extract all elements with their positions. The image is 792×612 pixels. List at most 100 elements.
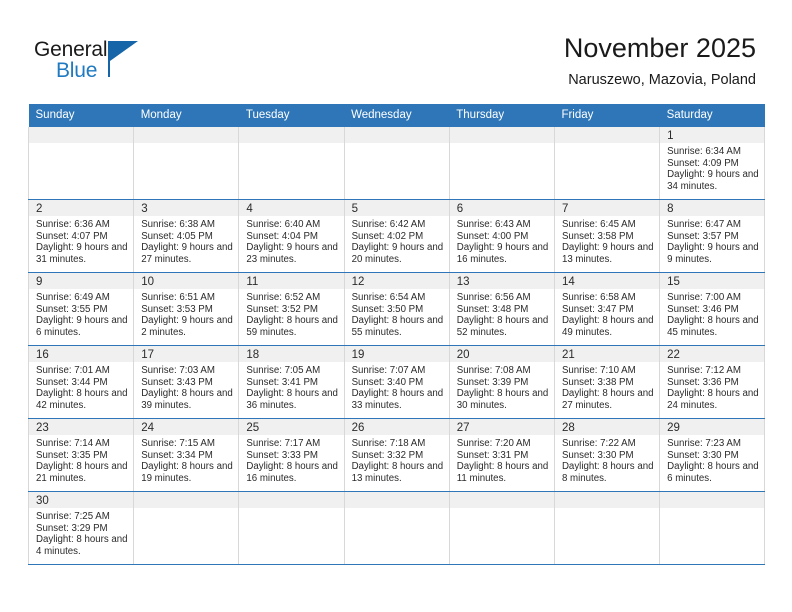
calendar-day-cell[interactable]: 25 Sunrise: 7:17 AM Sunset: 3:33 PM Dayligh… (238, 418, 345, 492)
day-details: Sunrise: 7:03 AM Sunset: 3:43 PM Daylight:… (134, 362, 238, 411)
day-details: Sunrise: 6:45 AM Sunset: 3:58 PM Daylight:… (555, 216, 659, 265)
sunrise-text: Sunrise: 7:00 AM (667, 292, 741, 303)
calendar-day-cell[interactable]: 11 Sunrise: 6:52 AM Sunset: 3:52 PM Dayligh… (238, 272, 345, 346)
day-details: Sunrise: 7:25 AM Sunset: 3:29 PM Daylight:… (29, 508, 133, 557)
calendar-day-cell[interactable]: 26 Sunrise: 7:18 AM Sunset: 3:32 PM Dayligh… (343, 418, 450, 492)
sunset-text: Sunset: 3:34 PM (141, 449, 213, 461)
sunrise-text: Sunrise: 6:42 AM (351, 219, 426, 230)
daylight-text: Daylight: 8 hours and 30 minutes. (456, 388, 549, 411)
daylight-text: Daylight: 9 hours and 20 minutes. (351, 242, 444, 265)
day-number: 18 (239, 346, 344, 362)
calendar-day-cell[interactable]: 21 Sunrise: 7:10 AM Sunset: 3:38 PM Dayligh… (553, 345, 661, 419)
day-details: Sunrise: 6:36 AM Sunset: 4:07 PM Daylight:… (29, 216, 133, 265)
calendar-day-cell[interactable]: 27 Sunrise: 7:20 AM Sunset: 3:31 PM Dayligh… (448, 418, 555, 492)
calendar-day-cell[interactable]: 17 Sunrise: 7:03 AM Sunset: 3:43 PM Dayligh… (133, 345, 240, 419)
calendar-day-cell[interactable]: 5 Sunrise: 6:42 AM Sunset: 4:02 PM Daylight… (343, 199, 450, 273)
day-number: 15 (660, 273, 765, 289)
daylight-text: Daylight: 8 hours and 39 minutes. (141, 388, 233, 411)
page-subtitle: Naruszewo, Mazovia, Poland (568, 72, 756, 88)
calendar-day-cell[interactable]: 9 Sunrise: 6:49 AM Sunset: 3:55 PM Daylight… (27, 272, 135, 346)
calendar-day-cell[interactable]: 30 Sunrise: 7:25 AM Sunset: 3:29 PM Dayligh… (27, 491, 135, 565)
calendar-page: General Blue November 2025 Naruszewo, Ma… (0, 0, 792, 612)
daylight-text: Daylight: 9 hours and 16 minutes. (456, 242, 549, 265)
day-details: Sunrise: 7:22 AM Sunset: 3:30 PM Daylight:… (555, 435, 659, 484)
daylight-text: Daylight: 9 hours and 31 minutes. (36, 242, 128, 265)
calendar-day-cell[interactable]: 29 Sunrise: 7:23 AM Sunset: 3:30 PM Dayligh… (659, 418, 766, 492)
calendar-cell-empty (238, 127, 345, 200)
day-number: 16 (29, 346, 134, 362)
calendar-day-cell[interactable]: 24 Sunrise: 7:15 AM Sunset: 3:34 PM Dayligh… (133, 418, 240, 492)
day-details: Sunrise: 7:15 AM Sunset: 3:34 PM Daylight:… (134, 435, 238, 484)
calendar-cell-empty (659, 491, 766, 565)
sunset-text: Sunset: 3:40 PM (351, 376, 424, 388)
calendar-cell-empty (238, 491, 345, 565)
day-number: 12 (344, 273, 449, 289)
page-header: General Blue November 2025 Naruszewo, Ma… (0, 0, 792, 104)
calendar-day-cell[interactable]: 16 Sunrise: 7:01 AM Sunset: 3:44 PM Dayligh… (27, 345, 135, 419)
page-title: November 2025 (563, 33, 756, 63)
day-number: 5 (344, 200, 449, 216)
sunrise-text: Sunrise: 6:56 AM (456, 292, 531, 303)
sunset-text: Sunset: 3:48 PM (456, 303, 529, 315)
daylight-text: Daylight: 9 hours and 9 minutes. (667, 242, 759, 265)
sunrise-text: Sunrise: 6:40 AM (246, 219, 321, 230)
calendar-day-cell[interactable]: 23 Sunrise: 7:14 AM Sunset: 3:35 PM Dayligh… (27, 418, 135, 492)
day-details: Sunrise: 7:18 AM Sunset: 3:32 PM Daylight:… (345, 435, 449, 484)
day-details: Sunrise: 6:51 AM Sunset: 3:53 PM Daylight:… (134, 289, 238, 338)
calendar-day-cell[interactable]: 13 Sunrise: 6:56 AM Sunset: 3:48 PM Dayligh… (448, 272, 555, 346)
calendar-table: Sunday Monday Tuesday Wednesday Thursday… (27, 104, 766, 565)
logo-flag-icon (110, 41, 138, 61)
calendar-day-cell[interactable]: 15 Sunrise: 7:00 AM Sunset: 3:46 PM Dayligh… (659, 272, 766, 346)
calendar-day-cell[interactable]: 1 Sunrise: 6:34 AM Sunset: 4:09 PM Daylight… (659, 127, 766, 200)
calendar-day-cell[interactable]: 10 Sunrise: 6:51 AM Sunset: 3:53 PM Dayligh… (133, 272, 240, 346)
day-number (554, 492, 660, 508)
calendar-cell-empty (343, 127, 450, 200)
calendar-week-row: 1 Sunrise: 6:34 AM Sunset: 4:09 PM Daylight… (27, 127, 766, 200)
day-number (134, 127, 239, 143)
calendar-day-cell[interactable]: 20 Sunrise: 7:08 AM Sunset: 3:39 PM Dayligh… (448, 345, 555, 419)
calendar-day-cell[interactable]: 28 Sunrise: 7:22 AM Sunset: 3:30 PM Dayligh… (553, 418, 661, 492)
day-number: 13 (449, 273, 554, 289)
day-details: Sunrise: 7:12 AM Sunset: 3:36 PM Daylight:… (660, 362, 764, 411)
calendar-week-row: 2 Sunrise: 6:36 AM Sunset: 4:07 PM Daylight… (27, 199, 766, 273)
calendar-day-cell[interactable]: 2 Sunrise: 6:36 AM Sunset: 4:07 PM Daylight… (27, 199, 135, 273)
calendar-cell-empty (448, 127, 555, 200)
calendar-day-cell[interactable]: 8 Sunrise: 6:47 AM Sunset: 3:57 PM Daylight… (659, 199, 766, 273)
sunset-text: Sunset: 3:39 PM (456, 376, 529, 388)
daylight-text: Daylight: 8 hours and 21 minutes. (36, 461, 128, 484)
calendar-day-cell[interactable]: 7 Sunrise: 6:45 AM Sunset: 3:58 PM Daylight… (553, 199, 661, 273)
sunrise-text: Sunrise: 7:08 AM (456, 365, 531, 376)
sunset-text: Sunset: 4:00 PM (456, 230, 529, 242)
sunset-text: Sunset: 3:36 PM (667, 376, 739, 388)
day-number (29, 127, 134, 143)
calendar-day-cell[interactable]: 19 Sunrise: 7:07 AM Sunset: 3:40 PM Dayligh… (343, 345, 450, 419)
calendar-week-row: 16 Sunrise: 7:01 AM Sunset: 3:44 PM Dayligh… (27, 345, 766, 419)
daylight-text: Daylight: 9 hours and 2 minutes. (141, 315, 233, 338)
daylight-text: Daylight: 8 hours and 49 minutes. (561, 315, 654, 338)
sunrise-text: Sunrise: 6:36 AM (36, 219, 110, 230)
sunset-text: Sunset: 3:35 PM (36, 449, 108, 461)
day-details: Sunrise: 6:49 AM Sunset: 3:55 PM Daylight:… (29, 289, 133, 338)
calendar-day-cell[interactable]: 6 Sunrise: 6:43 AM Sunset: 4:00 PM Daylight… (448, 199, 555, 273)
sunset-text: Sunset: 3:50 PM (351, 303, 424, 315)
daylight-text: Daylight: 9 hours and 27 minutes. (141, 242, 233, 265)
general-blue-logo: General Blue (34, 38, 164, 88)
sunset-text: Sunset: 3:30 PM (561, 449, 634, 461)
day-number: 22 (660, 346, 765, 362)
daylight-text: Daylight: 8 hours and 52 minutes. (456, 315, 549, 338)
sunset-text: Sunset: 4:04 PM (246, 230, 318, 242)
daylight-text: Daylight: 8 hours and 36 minutes. (246, 388, 338, 411)
sunset-text: Sunset: 3:47 PM (561, 303, 634, 315)
calendar-day-cell[interactable]: 18 Sunrise: 7:05 AM Sunset: 3:41 PM Dayligh… (238, 345, 345, 419)
sunset-text: Sunset: 3:30 PM (667, 449, 739, 461)
sunrise-text: Sunrise: 7:22 AM (561, 438, 636, 449)
calendar-day-cell[interactable]: 3 Sunrise: 6:38 AM Sunset: 4:05 PM Daylight… (133, 199, 240, 273)
calendar-day-cell[interactable]: 22 Sunrise: 7:12 AM Sunset: 3:36 PM Dayligh… (659, 345, 766, 419)
sunset-text: Sunset: 3:53 PM (141, 303, 213, 315)
calendar-day-cell[interactable]: 14 Sunrise: 6:58 AM Sunset: 3:47 PM Dayligh… (553, 272, 661, 346)
day-details: Sunrise: 6:54 AM Sunset: 3:50 PM Daylight:… (345, 289, 449, 338)
calendar-day-cell[interactable]: 4 Sunrise: 6:40 AM Sunset: 4:04 PM Daylight… (238, 199, 345, 273)
sunset-text: Sunset: 4:02 PM (351, 230, 424, 242)
calendar-day-cell[interactable]: 12 Sunrise: 6:54 AM Sunset: 3:50 PM Dayligh… (343, 272, 450, 346)
sunset-text: Sunset: 3:32 PM (351, 449, 424, 461)
